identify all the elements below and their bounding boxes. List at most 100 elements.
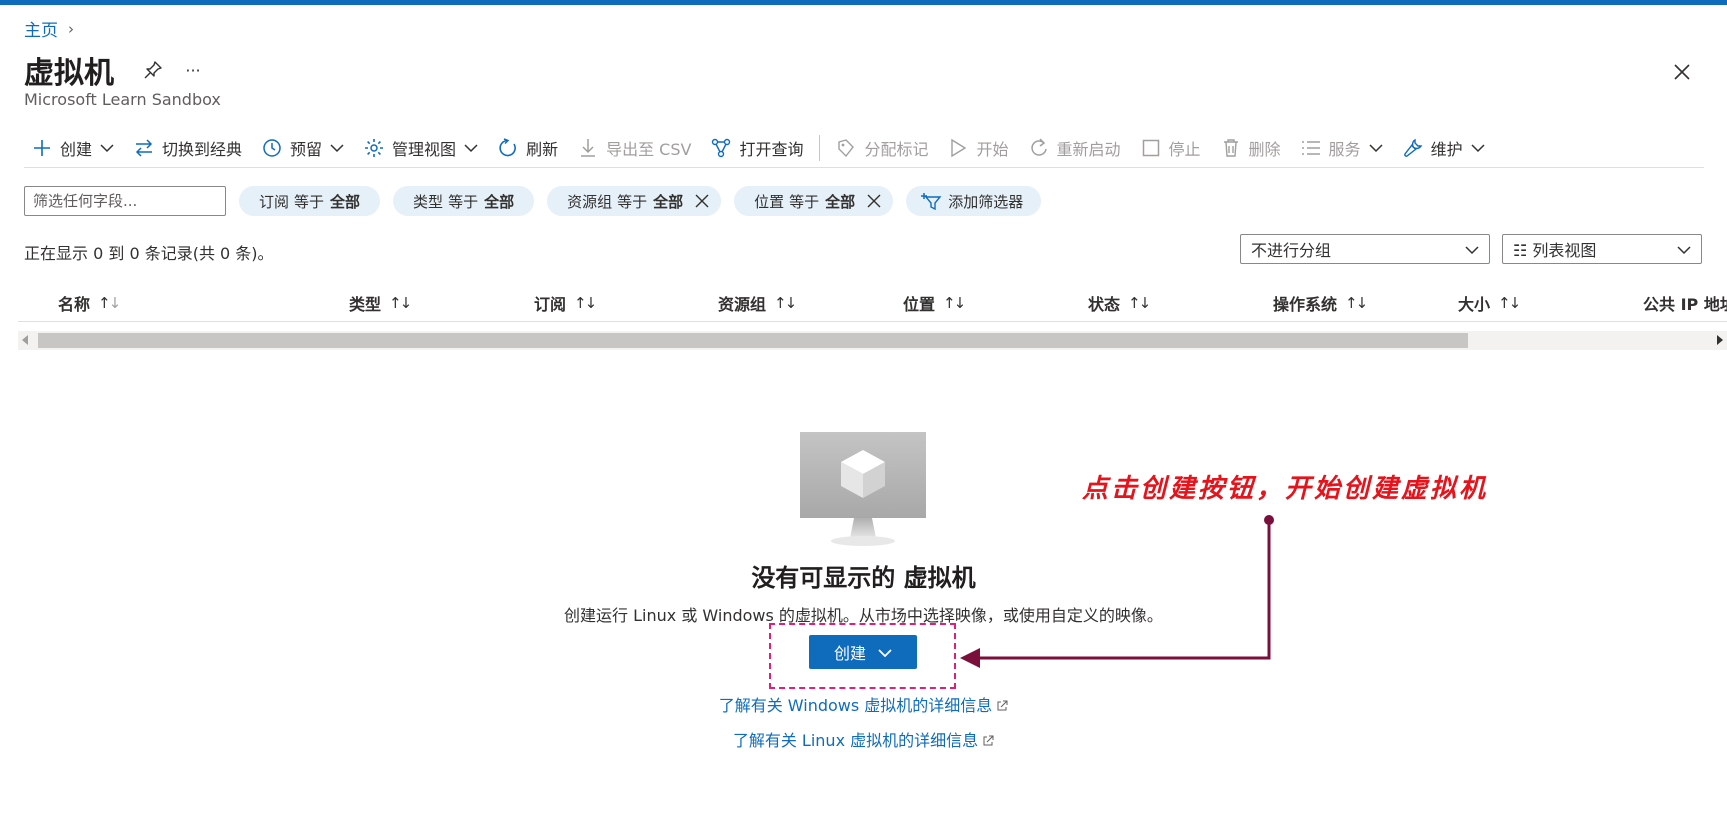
delete-button[interactable]: 删除 [1211,132,1291,164]
services-label: 服务 [1328,139,1361,159]
manage-view-label: 管理视图 [392,139,457,159]
stop-button[interactable]: 停止 [1131,132,1211,164]
switch-classic-button[interactable]: 切换到经典 [124,132,252,164]
switch-arrows-icon [134,138,154,158]
wrench-icon [1403,138,1423,158]
horizontal-scrollbar[interactable] [18,331,1727,350]
export-csv-label: 导出至 CSV [606,139,692,159]
column-header-name[interactable]: 名称 ↑↓ [58,284,121,322]
add-filter-button[interactable]: 添加筛选器 [906,186,1042,216]
restart-label: 重新启动 [1056,139,1121,159]
page-title: 虚拟机 [24,56,114,91]
create-vm-button[interactable]: 创建 [809,635,917,669]
manage-view-button[interactable]: 管理视图 [354,132,488,164]
filter-bar: 订阅 等于 全部 类型 等于 全部 资源组 等于 全部 位置 等于 全部 添加筛… [24,186,1042,216]
pill-field: 位置 [754,192,785,211]
stop-icon [1141,138,1161,158]
column-header-resource-group[interactable]: 资源组 ↑↓ [718,284,797,322]
chevron-down-icon [1471,141,1485,155]
column-header-os[interactable]: 操作系统 ↑↓ [1273,284,1368,322]
breadcrumb-home[interactable]: 主页 [24,16,58,41]
column-label: 位置 [903,295,936,314]
filter-pill-location[interactable]: 位置 等于 全部 [734,186,894,216]
list-icon [1301,138,1321,158]
grouping-value: 不进行分组 [1251,241,1332,260]
breadcrumb-separator: › [68,19,74,38]
start-label: 开始 [976,139,1009,159]
view-mode-dropdown[interactable]: ☷ 列表视图 [1502,234,1702,264]
clock-icon [262,138,282,158]
external-link-icon [982,732,994,751]
assign-tags-button[interactable]: 分配标记 [826,132,938,164]
column-header-location[interactable]: 位置 ↑↓ [903,284,966,322]
column-header-subscription[interactable]: 订阅 ↑↓ [534,284,597,322]
learn-windows-link[interactable]: 了解有关 Windows 虚拟机的详细信息 [0,692,1727,716]
toolbar-divider [819,134,821,161]
column-header-public-ip[interactable]: 公共 IP 地址 [1643,284,1727,322]
pill-value: 全部 [825,192,856,211]
maintenance-button[interactable]: 维护 [1393,132,1495,164]
services-button[interactable]: 服务 [1291,132,1393,164]
learn-windows-label: 了解有关 Windows 虚拟机的详细信息 [718,696,993,715]
column-label: 状态 [1088,295,1121,314]
filter-pill-type[interactable]: 类型 等于 全部 [393,186,535,216]
scroll-left-icon[interactable] [22,335,28,345]
create-menu-button[interactable]: 创建 [24,132,124,164]
start-button[interactable]: 开始 [938,132,1018,164]
filter-pill-resource-group[interactable]: 资源组 等于 全部 [547,186,722,216]
refresh-button[interactable]: 刷新 [488,132,568,164]
column-label: 资源组 [718,295,767,314]
column-label: 大小 [1458,295,1491,314]
filter-input[interactable] [24,186,226,216]
play-icon [948,138,968,158]
pill-op: 等于 [789,192,820,211]
sort-icon: ↑↓ [1345,294,1368,312]
remove-filter-icon[interactable] [695,194,709,208]
grouping-dropdown[interactable]: 不进行分组 [1240,234,1490,264]
open-query-button[interactable]: 打开查询 [701,132,813,164]
remove-filter-icon[interactable] [867,194,881,208]
virtual-machine-illustration [800,432,926,548]
column-header-type[interactable]: 类型 ↑↓ [349,284,412,322]
export-csv-button[interactable]: 导出至 CSV [568,132,701,164]
chevron-down-icon [1677,240,1691,259]
stop-label: 停止 [1168,139,1201,159]
pill-op: 等于 [448,192,479,211]
column-header-size[interactable]: 大小 ↑↓ [1458,284,1521,322]
chevron-down-icon [464,141,478,155]
empty-state-title: 没有可显示的 虚拟机 [751,564,976,592]
command-bar: 创建 切换到经典 预留 管理视图 刷新 导出至 CSV 打开查询 分配标记 开始… [24,128,1704,168]
view-mode-value: ☷ 列表视图 [1513,241,1597,260]
pill-value: 全部 [330,192,361,211]
maintenance-label: 维护 [1430,139,1463,159]
refresh-label: 刷新 [526,139,559,159]
tag-icon [836,138,856,158]
sort-icon: ↑↓ [574,294,597,312]
column-label: 订阅 [534,295,567,314]
title-row: 虚拟机 ··· [24,48,206,92]
reservations-label: 预留 [290,139,323,159]
more-options-icon[interactable]: ··· [180,57,206,83]
scrollbar-thumb[interactable] [38,333,1468,348]
record-count: 正在显示 0 到 0 条记录(共 0 条)。 [24,244,274,263]
chevron-down-icon [878,643,892,662]
column-header-status[interactable]: 状态 ↑↓ [1088,284,1151,322]
reservations-button[interactable]: 预留 [252,132,354,164]
restart-button[interactable]: 重新启动 [1019,132,1131,164]
page-subtitle: Microsoft Learn Sandbox [24,90,221,109]
gear-icon [364,138,384,158]
open-query-label: 打开查询 [739,139,804,159]
create-label: 创建 [60,139,93,159]
scroll-right-icon[interactable] [1717,335,1723,345]
annotation-text: 点击创建按钮，开始创建虚拟机 [1082,474,1489,504]
filter-pill-subscription[interactable]: 订阅 等于 全部 [239,186,381,216]
delete-label: 删除 [1248,139,1281,159]
learn-linux-link[interactable]: 了解有关 Linux 虚拟机的详细信息 [0,727,1727,751]
chevron-down-icon [100,141,114,155]
pill-value: 全部 [653,192,684,211]
pill-op: 等于 [617,192,648,211]
chevron-down-icon [1369,141,1383,155]
pin-icon[interactable] [140,57,166,83]
close-icon[interactable] [1668,58,1696,86]
switch-classic-label: 切换到经典 [162,139,243,159]
